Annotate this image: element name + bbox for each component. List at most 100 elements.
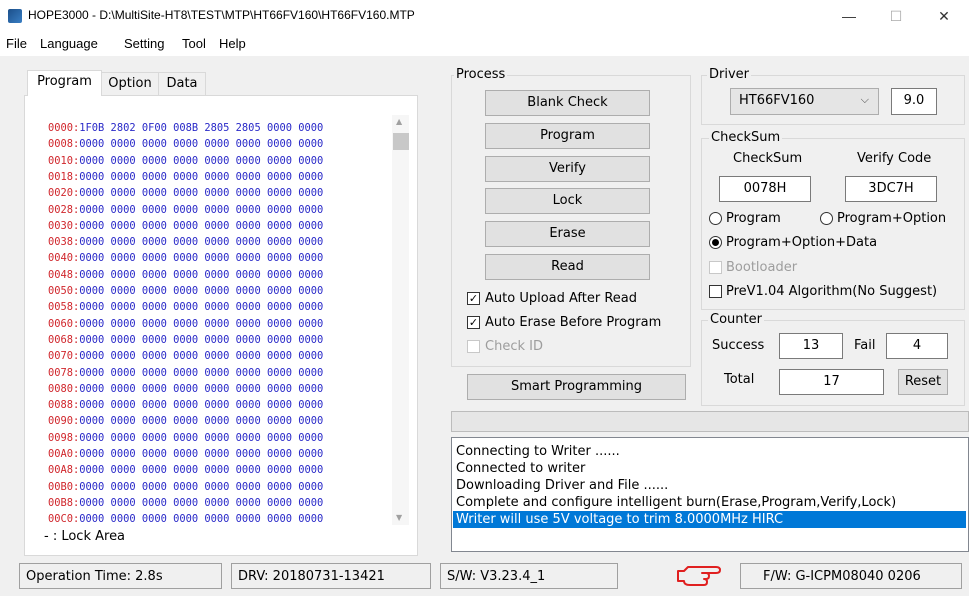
hex-address: 00A8: (48, 464, 80, 477)
menu-language[interactable]: Language (40, 36, 98, 51)
hex-values: 0000 0000 0000 0000 0000 0000 0000 0000 (79, 219, 324, 232)
hex-scrollbar[interactable] (392, 115, 409, 525)
blank-check-button[interactable]: Blank Check (485, 90, 650, 116)
hex-row: 0070:0000 0000 0000 0000 0000 0000 0000 … (48, 351, 323, 362)
hex-values: 0000 0000 0000 0000 0000 0000 0000 0000 (79, 138, 324, 151)
driver-select-value: HT66FV160 (739, 93, 815, 108)
auto-erase-checkbox[interactable]: ✓ (467, 316, 480, 329)
hex-row: 0048:0000 0000 0000 0000 0000 0000 0000 … (48, 268, 324, 281)
radio-program-option-label: Program+Option (837, 211, 947, 226)
radio-program-option-data[interactable] (709, 236, 722, 249)
hex-row: 0088:0000 0000 0000 0000 0000 0000 0000 … (48, 400, 323, 411)
hex-row: 00B8:0000 0000 0000 0000 0000 0000 0000 … (48, 496, 324, 509)
tab-option[interactable]: Option (101, 72, 159, 95)
checksum-group-label: CheckSum (709, 130, 783, 145)
menu-setting[interactable]: Setting (124, 36, 164, 51)
tab-program[interactable]: Program (27, 70, 102, 96)
app-icon (8, 9, 22, 23)
hex-row: 0098:0000 0000 0000 0000 0000 0000 0000 … (48, 431, 324, 444)
log-line: Connecting to Writer ...... (456, 444, 620, 459)
hex-address: 0070: (48, 350, 80, 363)
log-list[interactable]: Connecting to Writer ...... Connected to… (451, 437, 969, 552)
verify-button[interactable]: Verify (485, 156, 650, 182)
hex-address: 00B0: (48, 480, 80, 493)
fail-label: Fail (854, 338, 876, 353)
hex-address: 0058: (48, 301, 80, 314)
lock-area-legend: - : Lock Area (44, 529, 126, 544)
log-line: Downloading Driver and File ...... (456, 478, 669, 493)
lock-button[interactable]: Lock (485, 188, 650, 214)
bootloader-label: Bootloader (726, 260, 798, 275)
hex-row: 0008:0000 0000 0000 0000 0000 0000 0000 … (48, 139, 323, 150)
hex-values: 0000 0000 0000 0000 0000 0000 0000 0000 (79, 431, 324, 444)
radio-program[interactable] (709, 212, 722, 225)
hex-values: 0000 0000 0000 0000 0000 0000 0000 0000 (79, 187, 324, 200)
hex-row: 00A0:0000 0000 0000 0000 0000 0000 0000 … (48, 449, 323, 460)
hex-row: 0030:0000 0000 0000 0000 0000 0000 0000 … (48, 219, 324, 232)
hex-row: 0068:0000 0000 0000 0000 0000 0000 0000 … (48, 333, 324, 346)
hex-row: 00C0:0000 0000 0000 0000 0000 0000 0000 … (48, 514, 323, 525)
hex-values: 0000 0000 0000 0000 0000 0000 0000 0000 (79, 382, 324, 395)
hex-address: 0020: (48, 187, 80, 200)
hex-address: 0060: (48, 317, 80, 330)
read-button[interactable]: Read (485, 254, 650, 280)
scroll-down-icon[interactable]: ▼ (396, 513, 402, 522)
hex-address: 0048: (48, 268, 80, 281)
driver-version-status: DRV: 20180731-13421 (231, 563, 431, 589)
menu-help[interactable]: Help (219, 36, 246, 51)
driver-version-field[interactable]: 9.0 (891, 88, 937, 115)
radio-program-option[interactable] (820, 212, 833, 225)
hex-row: 0028:0000 0000 0000 0000 0000 0000 0000 … (48, 204, 323, 216)
menu-tool[interactable]: Tool (182, 36, 206, 51)
hex-values: 1F0B 2802 0F00 008B 2805 2805 0000 0000 (79, 122, 324, 134)
bootloader-checkbox[interactable] (709, 261, 722, 274)
hex-values: 0000 0000 0000 0000 0000 0000 0000 0000 (79, 366, 324, 379)
prev-algorithm-checkbox[interactable] (709, 285, 722, 298)
scroll-up-icon[interactable]: ▲ (396, 117, 402, 126)
close-button[interactable]: ✕ (934, 8, 954, 24)
minimize-button[interactable]: — (839, 8, 859, 24)
menu-file[interactable]: File (6, 36, 27, 51)
hex-address: 0080: (48, 382, 80, 395)
erase-button[interactable]: Erase (485, 221, 650, 247)
hex-values: 0000 0000 0000 0000 0000 0000 0000 0000 (79, 496, 324, 509)
hex-values: 0000 0000 0000 0000 0000 0000 0000 0000 (79, 448, 324, 460)
smart-programming-button[interactable]: Smart Programming (467, 374, 686, 400)
hex-address: 0040: (48, 252, 80, 265)
hex-row: 0078:0000 0000 0000 0000 0000 0000 0000 … (48, 366, 324, 379)
hex-values: 0000 0000 0000 0000 0000 0000 0000 0000 (79, 268, 324, 281)
software-version-status: S/W: V3.23.4_1 (440, 563, 618, 589)
hex-values: 0000 0000 0000 0000 0000 0000 0000 0000 (79, 301, 324, 314)
total-label: Total (724, 372, 755, 387)
tab-data[interactable]: Data (158, 72, 206, 95)
hex-address: 00C0: (48, 513, 80, 526)
reset-button[interactable]: Reset (898, 369, 948, 395)
hex-values: 0000 0000 0000 0000 0000 0000 0000 0000 (79, 170, 324, 183)
hex-values: 0000 0000 0000 0000 0000 0000 0000 0000 (79, 285, 324, 297)
hex-values: 0000 0000 0000 0000 0000 0000 0000 0000 (79, 333, 324, 346)
hex-values: 0000 0000 0000 0000 0000 0000 0000 0000 (79, 154, 324, 167)
success-label: Success (712, 338, 765, 353)
hex-address: 0090: (48, 415, 80, 428)
prev-algorithm-label: PreV1.04 Algorithm(No Suggest) (726, 284, 938, 299)
counter-label: Counter (708, 312, 764, 327)
hex-address: 0068: (48, 333, 80, 346)
checksum-value: 0078H (719, 176, 811, 202)
driver-select[interactable]: HT66FV160 ⌵ (730, 88, 879, 115)
progress-bar (451, 411, 969, 432)
auto-upload-checkbox[interactable]: ✓ (467, 292, 480, 305)
hex-row: 0038:0000 0000 0000 0000 0000 0000 0000 … (48, 237, 323, 248)
hex-values: 0000 0000 0000 0000 0000 0000 0000 0000 (79, 480, 324, 493)
program-button[interactable]: Program (485, 123, 650, 149)
pointing-hand-icon (677, 566, 721, 586)
hex-values: 0000 0000 0000 0000 0000 0000 0000 0000 (79, 415, 324, 428)
window-title: HOPE3000 - D:\MultiSite-HT8\TEST\MTP\HT6… (28, 8, 415, 22)
hex-row: 0020:0000 0000 0000 0000 0000 0000 0000 … (48, 188, 323, 199)
success-count: 13 (779, 333, 843, 359)
firmware-version-status: F/W: G-ICPM08040 0206 (740, 563, 962, 589)
hex-row: 00A8:0000 0000 0000 0000 0000 0000 0000 … (48, 465, 323, 476)
radio-program-label: Program (726, 211, 781, 226)
check-id-checkbox[interactable] (467, 340, 480, 353)
scroll-thumb[interactable] (393, 133, 409, 150)
maximize-button[interactable]: ☐ (886, 8, 906, 24)
